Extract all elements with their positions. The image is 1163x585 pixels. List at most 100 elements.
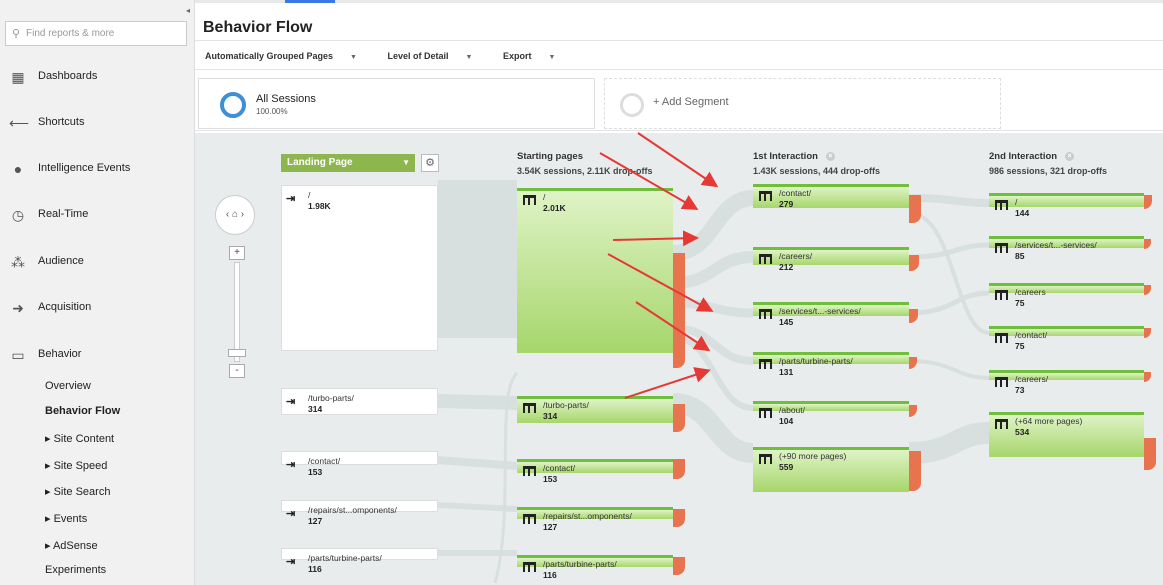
page-icon [523, 514, 536, 524]
drop-off-indicator[interactable] [673, 253, 685, 368]
sidebar: ◂ ⚲ Find reports & more ▦ Dashboards ⟵ S… [0, 0, 195, 585]
first-interaction-node[interactable]: /services/t...-services/ 145 [753, 302, 909, 327]
page-icon [523, 403, 536, 413]
level-of-detail-dropdown[interactable]: Level of Detail ▼ [387, 51, 486, 61]
entry-arrow-icon: ⇥ [286, 459, 296, 471]
nav-acquisition[interactable]: ➜ Acquisition [0, 293, 190, 323]
first-interaction-node[interactable]: /about/ 104 [753, 401, 909, 426]
search-icon: ⚲ [12, 28, 21, 40]
column-header-2nd-interaction: 2nd Interaction × 986 sessions, 321 drop-… [989, 151, 1108, 176]
landing-node[interactable]: ⇥ /repairs/st...omponents/ 127 [281, 500, 438, 526]
segment-all-sessions[interactable]: All Sessions 100.00% [198, 78, 595, 129]
page-icon [759, 359, 772, 369]
nav-audience[interactable]: ⁂ Audience [0, 247, 190, 277]
first-interaction-node[interactable]: /careers/ 212 [753, 247, 909, 272]
subnav-site-speed[interactable]: ▸ Site Speed [45, 459, 107, 472]
first-interaction-node[interactable]: /parts/turbine-parts/ 131 [753, 352, 909, 377]
top-bar [195, 0, 1163, 3]
first-interaction-node[interactable]: /contact/ 279 [753, 184, 909, 209]
page-icon [995, 333, 1008, 343]
segment-ring-icon [220, 92, 246, 118]
second-interaction-node[interactable]: /careers/ 73 [989, 370, 1144, 395]
zoom-out-button[interactable]: - [229, 364, 245, 378]
acquisition-arrow-icon: ➜ [12, 300, 24, 316]
nav-intelligence-events[interactable]: ● Intelligence Events [0, 154, 190, 184]
caret-down-icon: ▼ [465, 54, 473, 61]
landing-node[interactable]: ⇥ / 1.98K [281, 185, 438, 351]
subnav-behavior-flow[interactable]: Behavior Flow [45, 405, 120, 417]
toolbar: Automatically Grouped Pages ▼ Level of De… [205, 51, 583, 61]
second-interaction-node[interactable]: /services/t...-services/ 85 [989, 236, 1144, 261]
divider [195, 40, 1163, 41]
nav-behavior[interactable]: ▭ Behavior [0, 340, 190, 370]
main-content: Behavior Flow Automatically Grouped Page… [195, 0, 1163, 585]
drop-off-indicator[interactable] [909, 451, 921, 491]
nav-shortcuts[interactable]: ⟵ Shortcuts [0, 108, 190, 138]
gear-icon[interactable]: ⚙ [421, 154, 439, 172]
drop-off-indicator[interactable] [673, 459, 685, 479]
caret-down-icon: ▼ [548, 54, 556, 61]
page-icon [995, 377, 1008, 387]
subnav-site-content[interactable]: ▸ Site Content [45, 432, 114, 445]
active-tab-indicator [285, 0, 335, 3]
second-interaction-node[interactable]: /contact/ 75 [989, 326, 1144, 351]
page-icon [759, 454, 772, 464]
landing-node[interactable]: ⇥ /contact/ 153 [281, 451, 438, 477]
clock-icon: ◷ [11, 207, 25, 223]
landing-page-dropdown[interactable]: Landing Page ▼ [281, 154, 415, 172]
drop-off-indicator[interactable] [673, 404, 685, 432]
subnav-site-search[interactable]: ▸ Site Search [45, 485, 110, 498]
page-icon [759, 408, 772, 418]
people-icon: ⁂ [11, 254, 25, 270]
landing-node[interactable]: ⇥ /turbo-parts/ 314 [281, 388, 438, 415]
page-icon [523, 466, 536, 476]
page-icon [995, 200, 1008, 210]
close-icon[interactable]: × [825, 151, 835, 161]
landing-node[interactable]: ⇥ /parts/turbine-parts/ 116 [281, 548, 438, 574]
caret-down-icon: ▼ [350, 54, 357, 61]
zoom-slider-handle[interactable] [228, 349, 246, 357]
starting-page-node[interactable]: /turbo-parts/ 314 [517, 396, 673, 423]
subnav-events[interactable]: ▸ Events [45, 512, 87, 525]
caret-down-icon: ▼ [402, 158, 410, 167]
close-icon[interactable]: × [1065, 151, 1075, 161]
starting-page-node[interactable]: /contact/ 153 [517, 459, 673, 484]
second-interaction-node[interactable]: / 144 [989, 193, 1144, 218]
nav-realtime[interactable]: ◷ Real-Time [0, 200, 190, 230]
entry-arrow-icon: ⇥ [286, 193, 296, 205]
second-interaction-node[interactable]: (+64 more pages) 534 [989, 412, 1144, 457]
page-icon [523, 562, 536, 572]
starting-page-node[interactable]: / 2.01K [517, 188, 673, 353]
drop-off-indicator[interactable] [909, 195, 921, 223]
entry-arrow-icon: ⇥ [286, 508, 296, 520]
page-icon [995, 243, 1008, 253]
page-icon [995, 290, 1008, 300]
entry-arrow-icon: ⇥ [286, 396, 296, 408]
behavior-flow-canvas[interactable]: ‹ ⌂ › + - Landing Page ▼ ⚙ Starting page… [195, 133, 1163, 585]
grouped-pages-dropdown[interactable]: Automatically Grouped Pages ▼ [205, 51, 371, 61]
empty-segment-ring-icon [620, 93, 644, 117]
starting-page-node[interactable]: /repairs/st...omponents/ 127 [517, 507, 673, 532]
behavior-window-icon: ▭ [11, 347, 25, 363]
second-interaction-node[interactable]: /careers 75 [989, 283, 1144, 308]
search-input[interactable]: ⚲ Find reports & more [5, 21, 187, 46]
export-dropdown[interactable]: Export ▼ [503, 51, 569, 61]
nav-dashboards[interactable]: ▦ Dashboards [0, 62, 190, 92]
subnav-adsense[interactable]: ▸ AdSense [45, 539, 98, 552]
pan-control[interactable]: ‹ ⌂ › [215, 195, 255, 235]
collapse-sidebar-icon[interactable]: ◂ [182, 6, 194, 20]
zoom-slider-track[interactable] [234, 262, 240, 362]
segment-bar: All Sessions 100.00% + Add Segment [195, 69, 1163, 131]
starting-page-node[interactable]: /parts/turbine-parts/ 116 [517, 555, 673, 580]
subnav-experiments[interactable]: Experiments [45, 564, 106, 576]
page-icon [759, 254, 772, 264]
page-icon [759, 191, 772, 201]
column-header-starting-pages: Starting pages 3.54K sessions, 2.11K dro… [517, 151, 653, 176]
page-icon [523, 195, 536, 205]
lightbulb-icon: ● [13, 161, 23, 177]
first-interaction-node[interactable]: (+90 more pages) 559 [753, 447, 909, 492]
drop-off-indicator[interactable] [1144, 438, 1156, 470]
subnav-overview[interactable]: Overview [45, 380, 91, 392]
add-segment-button[interactable]: + Add Segment [604, 78, 1001, 129]
zoom-in-button[interactable]: + [229, 246, 245, 260]
